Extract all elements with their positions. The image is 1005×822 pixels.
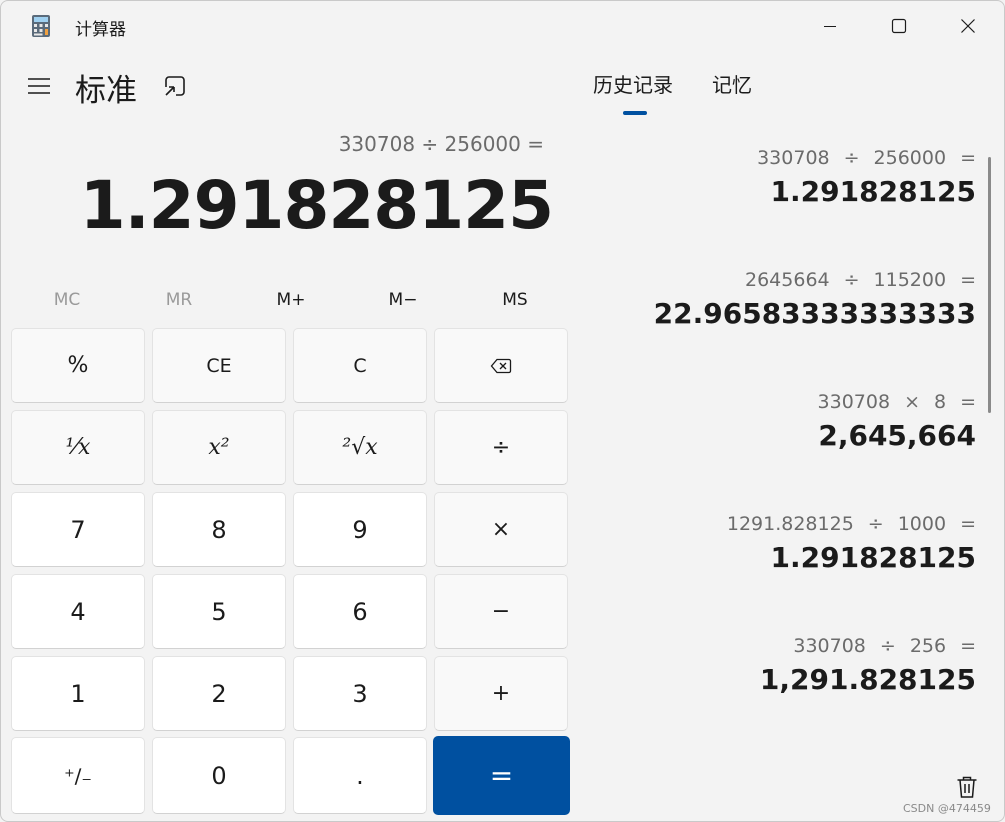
calculator-window: 计算器 标准 330708 ÷ 256000 = 1.291828125 MC …	[0, 0, 1005, 822]
operand-b: 8	[933, 391, 947, 413]
digit-1-button[interactable]: 1	[11, 656, 145, 731]
history-expression: 330708 ÷ 256000 =	[601, 147, 976, 169]
memory-clear-button[interactable]: MC	[11, 283, 123, 317]
add-button[interactable]: +	[434, 656, 568, 731]
backspace-button[interactable]	[434, 328, 568, 403]
multiply-button[interactable]: ×	[434, 492, 568, 567]
memory-subtract-button[interactable]: M−	[347, 283, 459, 317]
overlay-icon	[165, 76, 185, 96]
close-icon	[961, 19, 975, 33]
clear-button[interactable]: C	[293, 328, 427, 403]
keep-on-top-button[interactable]	[159, 71, 191, 101]
operator: ÷	[843, 269, 860, 291]
operator: ÷	[843, 147, 860, 169]
percent-button[interactable]: %	[11, 328, 145, 403]
operand-a: 330708	[757, 147, 830, 169]
history-result: 2,645,664	[818, 419, 976, 452]
history-expression: 330708 × 8 =	[601, 391, 976, 413]
minimize-icon	[824, 26, 836, 27]
operand-b: 115200	[873, 269, 947, 291]
equals-sign: =	[960, 635, 976, 657]
digit-8-button[interactable]: 8	[152, 492, 286, 567]
subtract-button[interactable]: −	[434, 574, 568, 649]
history-result: 1,291.828125	[759, 663, 976, 696]
history-item[interactable]: 330708 ÷ 256 = 1,291.828125	[601, 635, 976, 696]
history-expression: 1291.828125 ÷ 1000 =	[601, 513, 976, 535]
calculator-app-icon	[31, 14, 51, 38]
active-tab-indicator	[623, 111, 647, 115]
title-bar: 计算器	[1, 1, 1004, 51]
operator: ÷	[879, 635, 896, 657]
hamburger-icon	[28, 78, 50, 94]
window-title: 计算器	[75, 20, 126, 40]
backspace-icon	[490, 358, 512, 373]
digit-0-button[interactable]: 0	[152, 737, 286, 814]
history-expression: 2645664 ÷ 115200 =	[601, 269, 976, 291]
history-scrollbar[interactable]	[988, 157, 991, 413]
equals-sign: =	[960, 391, 976, 413]
digit-2-button[interactable]: 2	[152, 656, 286, 731]
operand-a: 1291.828125	[726, 513, 854, 535]
equals-sign: =	[960, 269, 976, 291]
clear-history-button[interactable]	[951, 771, 983, 803]
digit-9-button[interactable]: 9	[293, 492, 427, 567]
operand-b: 256000	[873, 147, 947, 169]
digit-6-button[interactable]: 6	[293, 574, 427, 649]
reciprocal-button[interactable]: ¹⁄x	[11, 410, 145, 485]
expression-display: 330708 ÷ 256000 =	[338, 132, 544, 156]
reciprocal-label: ¹⁄x	[65, 435, 91, 460]
operand-b: 256	[909, 635, 947, 657]
memory-add-button[interactable]: M+	[235, 283, 347, 317]
square-label: x²	[208, 435, 230, 460]
operand-a: 2645664	[745, 269, 830, 291]
square-root-label: ²√x	[342, 435, 378, 460]
history-result: 22.96583333333333	[653, 297, 976, 330]
memory-controls: MC MR M+ M− MS	[11, 283, 571, 317]
operator: ÷	[867, 513, 884, 535]
digit-4-button[interactable]: 4	[11, 574, 145, 649]
equals-sign: =	[960, 513, 976, 535]
tab-history[interactable]: 历史记录	[593, 69, 673, 98]
memory-recall-button[interactable]: MR	[123, 283, 235, 317]
history-item[interactable]: 1291.828125 ÷ 1000 = 1.291828125	[601, 513, 976, 574]
tab-memory[interactable]: 记忆	[712, 69, 752, 98]
equals-button[interactable]: =	[433, 736, 570, 815]
decimal-button[interactable]: .	[293, 737, 427, 814]
digit-3-button[interactable]: 3	[293, 656, 427, 731]
mode-title: 标准	[75, 73, 137, 109]
trash-icon	[957, 776, 977, 798]
history-result: 1.291828125	[770, 541, 976, 574]
history-result: 1.291828125	[770, 175, 976, 208]
square-root-button[interactable]: ²√x	[293, 410, 427, 485]
navigation-menu-button[interactable]	[24, 71, 54, 101]
divide-button[interactable]: ÷	[434, 410, 568, 485]
square-button[interactable]: x²	[152, 410, 286, 485]
clear-entry-button[interactable]: CE	[152, 328, 286, 403]
operand-b: 1000	[897, 513, 947, 535]
operand-a: 330708	[793, 635, 866, 657]
history-item[interactable]: 330708 ÷ 256000 = 1.291828125	[601, 147, 976, 208]
negate-button[interactable]: ⁺∕₋	[11, 737, 145, 814]
digit-5-button[interactable]: 5	[152, 574, 286, 649]
history-item[interactable]: 330708 × 8 = 2,645,664	[601, 391, 976, 452]
close-button[interactable]	[945, 9, 991, 43]
equals-sign: =	[960, 147, 976, 169]
memory-store-button[interactable]: MS	[459, 283, 571, 317]
result-display: 1.291828125	[79, 167, 554, 244]
maximize-icon	[891, 18, 907, 34]
operator: ×	[904, 391, 920, 413]
watermark: CSDN @474459	[903, 802, 991, 815]
maximize-button[interactable]	[876, 9, 922, 43]
history-item[interactable]: 2645664 ÷ 115200 = 22.96583333333333	[601, 269, 976, 330]
operand-a: 330708	[817, 391, 891, 413]
history-expression: 330708 ÷ 256 =	[601, 635, 976, 657]
minimize-button[interactable]	[807, 9, 853, 43]
digit-7-button[interactable]: 7	[11, 492, 145, 567]
